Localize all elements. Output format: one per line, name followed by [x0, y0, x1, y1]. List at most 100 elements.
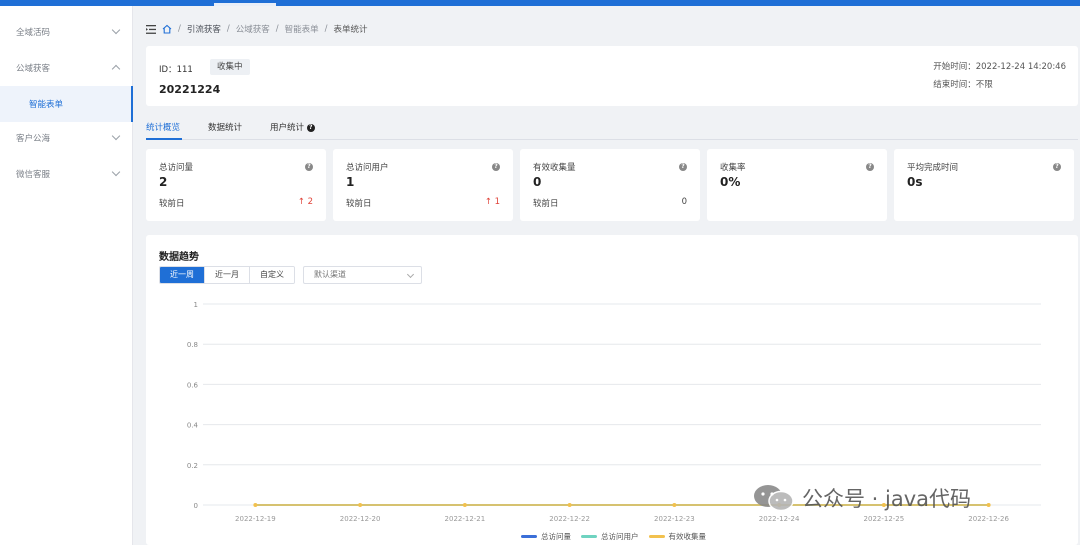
- help-icon[interactable]: ?: [866, 163, 874, 171]
- data-point: [986, 503, 991, 507]
- sidebar-item-label: 公域获客: [16, 64, 51, 74]
- start-time: 开始时间：2022-12-24 14:20:46: [933, 58, 1066, 76]
- stat-value: 0: [533, 175, 542, 189]
- stat-delta: 0: [681, 197, 687, 207]
- x-tick-label: 2022-12-21: [445, 515, 486, 523]
- tab-overview[interactable]: 统计概览: [146, 121, 180, 133]
- stat-label: 收集率: [720, 163, 746, 173]
- tab-label: 统计概览: [146, 123, 181, 133]
- help-icon[interactable]: ?: [1053, 163, 1061, 171]
- x-tick-label: 2022-12-20: [340, 515, 381, 523]
- sidebar-item-wechat-service[interactable]: 微信客服: [0, 156, 133, 192]
- stat-delta: ↑ 2: [297, 197, 313, 207]
- stat-value: 0s: [907, 175, 923, 189]
- stat-compare-label: 较前日: [159, 199, 185, 209]
- help-icon[interactable]: ?: [305, 163, 313, 171]
- stat-label: 有效收集量: [533, 163, 576, 173]
- stat-value: 1: [346, 175, 355, 189]
- sidebar-item-label: 智能表单: [29, 100, 64, 110]
- sidebar-item-customer-pool[interactable]: 客户公海: [0, 120, 133, 156]
- sidebar-item-public-acquisition[interactable]: 公域获客: [0, 50, 133, 86]
- help-icon[interactable]: ?: [306, 123, 315, 132]
- tab-label: 用户统计: [270, 123, 305, 133]
- help-icon[interactable]: ?: [492, 163, 500, 171]
- tab-active-underline: [146, 138, 182, 140]
- data-point: [462, 503, 467, 507]
- data-point: [567, 503, 572, 507]
- end-time-label: 结束时间：: [933, 80, 976, 90]
- stat-label: 平均完成时间: [907, 163, 959, 173]
- stat-compare-label: 较前日: [533, 199, 559, 209]
- sidebar-item-qrcode[interactable]: 全域活码: [0, 14, 133, 50]
- data-point: [672, 503, 677, 507]
- legend-label: 总访问量: [541, 532, 571, 541]
- legend-item[interactable]: 有效收集量: [648, 531, 707, 542]
- form-info-card: ID：111 收集中 20221224 开始时间：2022-12-24 14:2…: [146, 46, 1078, 106]
- stat-card-total-visits: 总访问量 ? 2 较前日 ↑ 2: [146, 149, 326, 221]
- form-id-value: 111: [176, 65, 193, 75]
- status-badge: 收集中: [210, 59, 250, 75]
- breadcrumb-item[interactable]: 公域获客: [236, 23, 270, 35]
- stat-card-avg-completion-time: 平均完成时间 ? 0s: [894, 149, 1074, 221]
- sidebar: 全域活码 公域获客 智能表单 客户公海 微信客服: [0, 6, 133, 545]
- menu-fold-icon[interactable]: [146, 24, 156, 34]
- home-icon[interactable]: [162, 24, 172, 34]
- sidebar-item-label: 客户公海: [16, 134, 51, 144]
- legend-swatch: [648, 535, 665, 538]
- x-tick-label: 2022-12-19: [235, 515, 276, 523]
- breadcrumb-current: 表单统计: [333, 25, 368, 35]
- tab-user-stats[interactable]: 用户统计 ?: [270, 121, 315, 133]
- legend-item[interactable]: 总访问用户: [581, 531, 639, 542]
- legend-swatch: [521, 535, 537, 538]
- legend-swatch: [581, 535, 597, 538]
- chevron-down-icon: [111, 25, 121, 35]
- legend-label: 有效收集量: [668, 532, 707, 541]
- y-tick-label: 1: [194, 301, 198, 309]
- legend-label: 总访问用户: [601, 532, 639, 541]
- chevron-down-icon: [111, 167, 121, 177]
- x-tick-label: 2022-12-23: [654, 515, 695, 523]
- sidebar-item-smart-form[interactable]: 智能表单: [0, 86, 133, 122]
- wechat-icon: [754, 485, 794, 512]
- form-id-label: ID：: [159, 65, 177, 75]
- y-tick-label: 0.4: [187, 422, 199, 430]
- data-point: [358, 503, 363, 507]
- active-nav-indicator: [214, 3, 276, 6]
- form-name: 20221224: [159, 83, 221, 96]
- form-id: ID：111: [159, 63, 193, 75]
- end-time: 结束时间：不限: [933, 76, 1066, 94]
- stat-label: 总访问用户: [346, 163, 389, 173]
- stat-card-total-users: 总访问用户 ? 1 较前日 ↑ 1: [333, 149, 513, 221]
- x-tick-label: 2022-12-26: [968, 515, 1009, 523]
- tab-label: 数据统计: [208, 123, 243, 133]
- data-point: [253, 503, 258, 507]
- y-tick-label: 0.6: [187, 381, 199, 389]
- tab-data-stats[interactable]: 数据统计: [208, 121, 242, 133]
- chart-legend: 总访问量 总访问用户 有效收集量: [521, 531, 716, 542]
- breadcrumb-item[interactable]: 智能表单: [285, 23, 319, 35]
- breadcrumb: / 引流获客 / 公域获客 / 智能表单 / 表单统计: [146, 22, 374, 36]
- stat-value: 2: [159, 175, 168, 189]
- x-tick-label: 2022-12-24: [759, 515, 800, 523]
- legend-item[interactable]: 总访问量: [521, 531, 571, 542]
- help-icon[interactable]: ?: [679, 163, 687, 171]
- y-tick-label: 0.2: [187, 462, 198, 470]
- top-header-bar: [0, 0, 1080, 6]
- y-tick-label: 0: [194, 502, 198, 510]
- watermark-text: 公众号 · java代码: [802, 487, 972, 511]
- y-tick-label: 0.8: [187, 341, 198, 349]
- sidebar-item-label: 微信客服: [16, 170, 51, 180]
- stat-value: 0%: [720, 175, 741, 189]
- form-times: 开始时间：2022-12-24 14:20:46 结束时间：不限: [933, 58, 1066, 94]
- chevron-down-icon: [111, 131, 121, 141]
- x-tick-label: 2022-12-22: [549, 515, 590, 523]
- watermark: 公众号 · java代码: [752, 483, 971, 513]
- stat-delta: ↑ 1: [484, 197, 500, 207]
- chevron-up-icon: [111, 64, 121, 74]
- breadcrumb-item[interactable]: 引流获客: [187, 23, 221, 35]
- stat-compare-label: 较前日: [346, 199, 372, 209]
- start-time-label: 开始时间：: [933, 62, 976, 72]
- start-time-value: 2022-12-24 14:20:46: [975, 62, 1066, 72]
- tab-bar: 统计概览 数据统计 用户统计 ?: [146, 118, 1078, 140]
- stat-label: 总访问量: [159, 163, 194, 173]
